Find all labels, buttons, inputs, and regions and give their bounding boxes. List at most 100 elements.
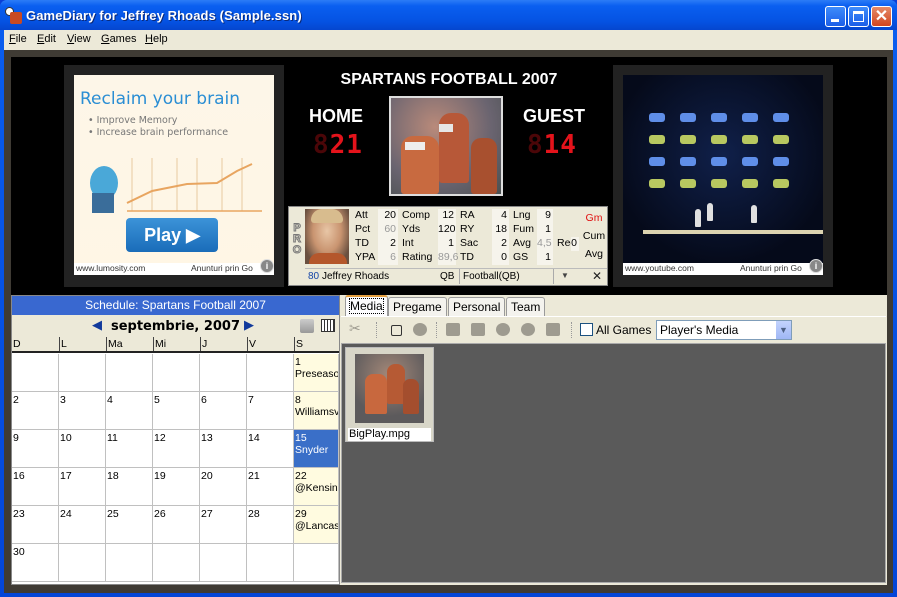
calendar-day[interactable]: 3 bbox=[59, 392, 106, 430]
calendar-day[interactable]: 28 bbox=[247, 506, 294, 544]
calendar-day[interactable]: 12 bbox=[153, 430, 200, 468]
calendar-day[interactable] bbox=[294, 544, 339, 582]
ad-left[interactable]: Reclaim your brain • Improve Memory • In… bbox=[64, 65, 284, 287]
calendar-day[interactable]: 16 bbox=[12, 468, 59, 506]
minimize-button[interactable] bbox=[825, 6, 846, 27]
player-headshot[interactable] bbox=[305, 209, 349, 264]
next-month-button[interactable]: ▶ bbox=[244, 317, 254, 333]
calendar-day[interactable]: 22@Kensington bbox=[294, 468, 339, 506]
tab-team[interactable]: Team bbox=[506, 297, 546, 316]
calendar-day[interactable]: 9 bbox=[12, 430, 59, 468]
menu-help[interactable]: Help bbox=[145, 33, 168, 45]
calendar-day[interactable]: 23 bbox=[12, 506, 59, 544]
invader-sprite bbox=[773, 113, 789, 122]
calendar-day[interactable]: 11 bbox=[106, 430, 153, 468]
all-games-checkbox[interactable] bbox=[580, 323, 593, 336]
calendar-day[interactable] bbox=[106, 544, 153, 582]
calendar-day[interactable]: 26 bbox=[153, 506, 200, 544]
document-icon[interactable] bbox=[546, 323, 560, 336]
calendar-day[interactable]: 10 bbox=[59, 430, 106, 468]
ad-url[interactable]: www.lumosity.com bbox=[76, 263, 145, 273]
calendar-day[interactable]: 15 Snyder bbox=[294, 430, 339, 468]
cut-icon[interactable]: ✂ bbox=[349, 320, 363, 336]
invader-sprite bbox=[773, 157, 789, 166]
chevron-down-icon[interactable]: ▼ bbox=[561, 271, 569, 280]
calendar-day[interactable]: 27 bbox=[200, 506, 247, 544]
calendar-day[interactable]: 18 bbox=[106, 468, 153, 506]
close-player-icon[interactable]: ✕ bbox=[592, 269, 602, 283]
calendar-day[interactable] bbox=[247, 544, 294, 582]
weekday-header: D L Ma Mi J V S bbox=[12, 337, 339, 353]
calendar-day[interactable]: 20 bbox=[200, 468, 247, 506]
calendar-day[interactable] bbox=[59, 354, 106, 392]
close-button[interactable]: ✕ bbox=[871, 6, 892, 27]
mode-avg[interactable]: Avg bbox=[580, 245, 608, 263]
tab-personal[interactable]: Personal bbox=[448, 297, 506, 316]
info-icon[interactable]: i bbox=[260, 259, 274, 273]
ad-play-button[interactable]: Play ▶ bbox=[126, 218, 218, 252]
title-bar[interactable]: GameDiary for Jeffrey Rhoads (Sample.ssn… bbox=[0, 0, 897, 30]
calendar-day[interactable]: 6 bbox=[200, 392, 247, 430]
weekday-label: Ma bbox=[106, 337, 153, 351]
ad-attribution[interactable]: Anunturi prin Go bbox=[740, 263, 802, 273]
ad-footer: www.lumosity.com Anunturi prin Go bbox=[74, 263, 274, 275]
calendar-day[interactable]: 24 bbox=[59, 506, 106, 544]
invader-sprite bbox=[742, 157, 758, 166]
tab-pregame[interactable]: Pregame bbox=[388, 297, 447, 316]
chevron-down-icon[interactable]: ▼ bbox=[775, 321, 791, 339]
calendar-day[interactable]: 25 bbox=[106, 506, 153, 544]
calendar-day[interactable]: 1Preseason bbox=[294, 354, 339, 392]
game-photo[interactable] bbox=[389, 96, 503, 196]
calendar-day[interactable] bbox=[153, 544, 200, 582]
menu-file[interactable]: File bbox=[9, 33, 27, 45]
calendar-day[interactable]: 8Williamsville bbox=[294, 392, 339, 430]
calendar-day[interactable]: 19 bbox=[153, 468, 200, 506]
calendar-day[interactable] bbox=[106, 354, 153, 392]
calendar-day[interactable] bbox=[247, 354, 294, 392]
calendar-day[interactable]: 7 bbox=[247, 392, 294, 430]
play-icon[interactable] bbox=[413, 323, 427, 336]
calendar-day[interactable] bbox=[200, 354, 247, 392]
calendar-day[interactable]: 29@Lancaster bbox=[294, 506, 339, 544]
audio-icon[interactable] bbox=[521, 323, 535, 336]
ad-attribution[interactable]: Anunturi prin Go bbox=[191, 263, 253, 273]
tab-media[interactable]: Media bbox=[345, 295, 388, 316]
calendar-day[interactable] bbox=[12, 354, 59, 392]
menu-edit[interactable]: Edit bbox=[37, 33, 56, 45]
menu-view[interactable]: View bbox=[67, 33, 91, 45]
mode-cum[interactable]: Cum bbox=[580, 227, 608, 245]
schedule-title: Schedule: Spartans Football 2007 bbox=[12, 296, 339, 315]
calendar-day[interactable]: 4 bbox=[106, 392, 153, 430]
stat-label: Lng bbox=[513, 209, 531, 221]
invader-sprite bbox=[711, 157, 727, 166]
ad-url[interactable]: www.youtube.com bbox=[625, 263, 694, 273]
calendar-day[interactable]: 21 bbox=[247, 468, 294, 506]
maximize-button[interactable] bbox=[848, 6, 869, 27]
calendar-day[interactable]: 13 bbox=[200, 430, 247, 468]
info-icon[interactable]: i bbox=[809, 259, 823, 273]
calendar-day[interactable] bbox=[153, 354, 200, 392]
media-item[interactable]: BigPlay.mpg bbox=[345, 347, 434, 442]
weekday-label: S bbox=[294, 337, 339, 351]
photo-icon[interactable] bbox=[496, 323, 510, 336]
video-icon[interactable] bbox=[446, 323, 460, 336]
calendar-day[interactable]: 2 bbox=[12, 392, 59, 430]
printer-icon[interactable] bbox=[300, 319, 314, 333]
media-filter-select[interactable]: Player's Media ▼ bbox=[656, 320, 792, 340]
calendar-day[interactable] bbox=[59, 544, 106, 582]
calendar-day[interactable]: 17 bbox=[59, 468, 106, 506]
invader-sprite bbox=[649, 135, 665, 144]
ad-right[interactable]: www.youtube.com Anunturi prin Go i bbox=[613, 65, 833, 287]
stat-value: 12 bbox=[438, 209, 456, 223]
calendar-day[interactable]: 30 bbox=[12, 544, 59, 582]
menu-games[interactable]: Games bbox=[101, 33, 136, 45]
calendar-day[interactable]: 14 bbox=[247, 430, 294, 468]
calendar-day[interactable]: 5 bbox=[153, 392, 200, 430]
new-item-icon[interactable] bbox=[391, 325, 402, 336]
calendar-day[interactable] bbox=[200, 544, 247, 582]
calendar-icon[interactable] bbox=[321, 319, 335, 332]
mode-gm[interactable]: Gm bbox=[580, 209, 608, 227]
maximize-icon bbox=[853, 11, 864, 22]
link-icon[interactable] bbox=[471, 323, 485, 336]
app-icon[interactable] bbox=[5, 7, 22, 24]
